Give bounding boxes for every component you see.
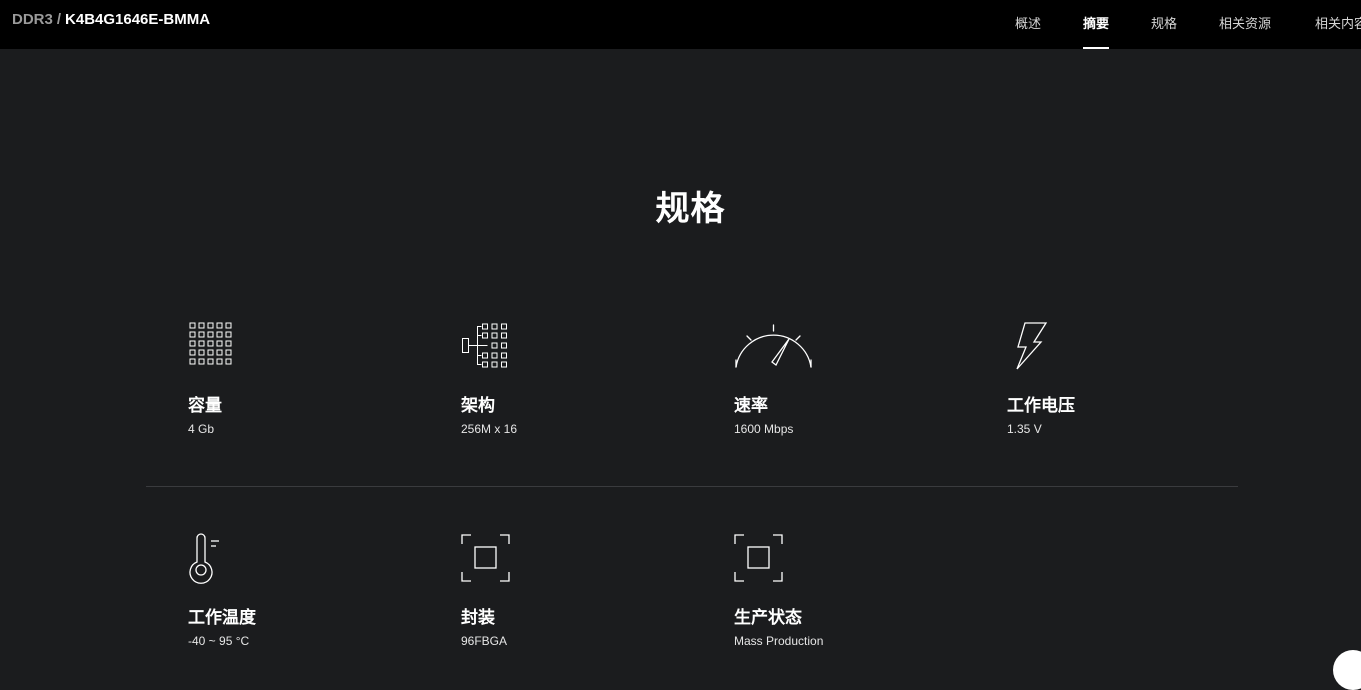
capacity-grid-icon: [189, 322, 232, 365]
top-navigation-bar: DDR3/K4B4G1646E-BMMA 概述 摘要 规格 相关资源 相关内容: [0, 0, 1361, 49]
spec-label: 封装: [461, 608, 495, 628]
lightning-bolt-icon: [1016, 322, 1048, 370]
breadcrumb-model: K4B4G1646E-BMMA: [65, 11, 211, 28]
tab-resources[interactable]: 相关资源: [1219, 0, 1271, 49]
spec-value: 1600 Mbps: [734, 422, 794, 436]
breadcrumb-separator: /: [56, 11, 62, 28]
spec-value: Mass Production: [734, 634, 824, 648]
tab-specs[interactable]: 规格: [1151, 0, 1177, 49]
breadcrumb-category[interactable]: DDR3: [12, 11, 53, 28]
package-frame-icon: [461, 534, 510, 582]
floating-help-button[interactable]: [1333, 650, 1361, 690]
row-divider: [146, 486, 1238, 487]
spec-label: 工作电压: [1007, 396, 1075, 416]
thermometer-icon: [189, 533, 219, 584]
spec-value: 256M x 16: [461, 422, 518, 436]
spec-label: 速率: [734, 396, 768, 416]
tab-related-content[interactable]: 相关内容: [1315, 0, 1361, 49]
spec-label: 生产状态: [734, 608, 802, 628]
tab-overview[interactable]: 概述: [1015, 0, 1041, 49]
spec-label: 容量: [188, 396, 222, 416]
spec-label: 架构: [461, 396, 495, 416]
spec-label: 工作温度: [188, 608, 256, 628]
spec-value: -40 ~ 95 °C: [188, 634, 250, 648]
tab-summary[interactable]: 摘要: [1083, 0, 1110, 49]
organization-tree-icon: [462, 323, 507, 368]
section-title: 规格: [655, 189, 726, 229]
package-frame-icon: [734, 534, 783, 582]
spec-value: 4 Gb: [188, 422, 215, 436]
spec-value: 96FBGA: [461, 634, 508, 648]
breadcrumb: DDR3/K4B4G1646E-BMMA: [12, 11, 210, 29]
speedometer-icon: [735, 324, 812, 368]
spec-value: 1.35 V: [1007, 422, 1042, 436]
